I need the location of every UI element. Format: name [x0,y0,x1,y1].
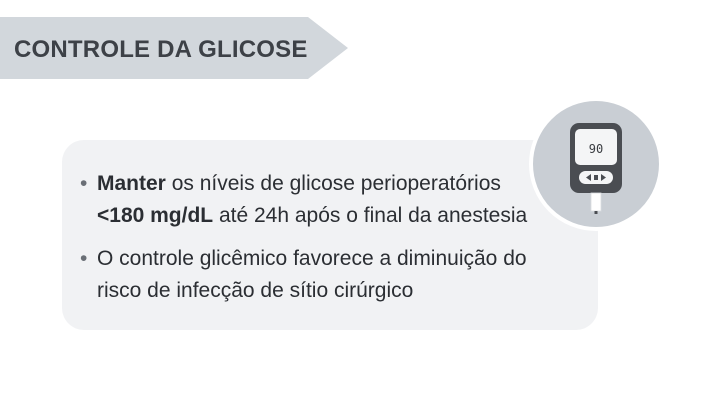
icon-circle: 90 [529,97,663,231]
slide-title: CONTROLE DA GLICOSE [14,36,308,63]
bullet-text-b: até 24h após o final da anestesia [213,203,528,227]
bullet-text-a: os níveis de glicose perioperatórios [165,172,501,195]
bullet-text: O controle glicêmico favorece a diminuiç… [97,247,527,302]
bullet-item-infection-risk: • O controle glicêmico favorece a diminu… [80,243,550,306]
bullet-list: • Manter os níveis de glicose perioperat… [80,168,550,318]
glucometer-icon: 90 [570,123,622,214]
bullet-dot: • [80,247,88,270]
bullet-dot: • [80,172,88,195]
bullet-bold-value: <180 mg/dL [97,203,214,227]
bullet-item-glucose-target: • Manter os níveis de glicose perioperat… [80,168,550,231]
bullet-bold-lead: Manter [97,172,166,195]
glucometer-reading: 90 [589,142,603,156]
